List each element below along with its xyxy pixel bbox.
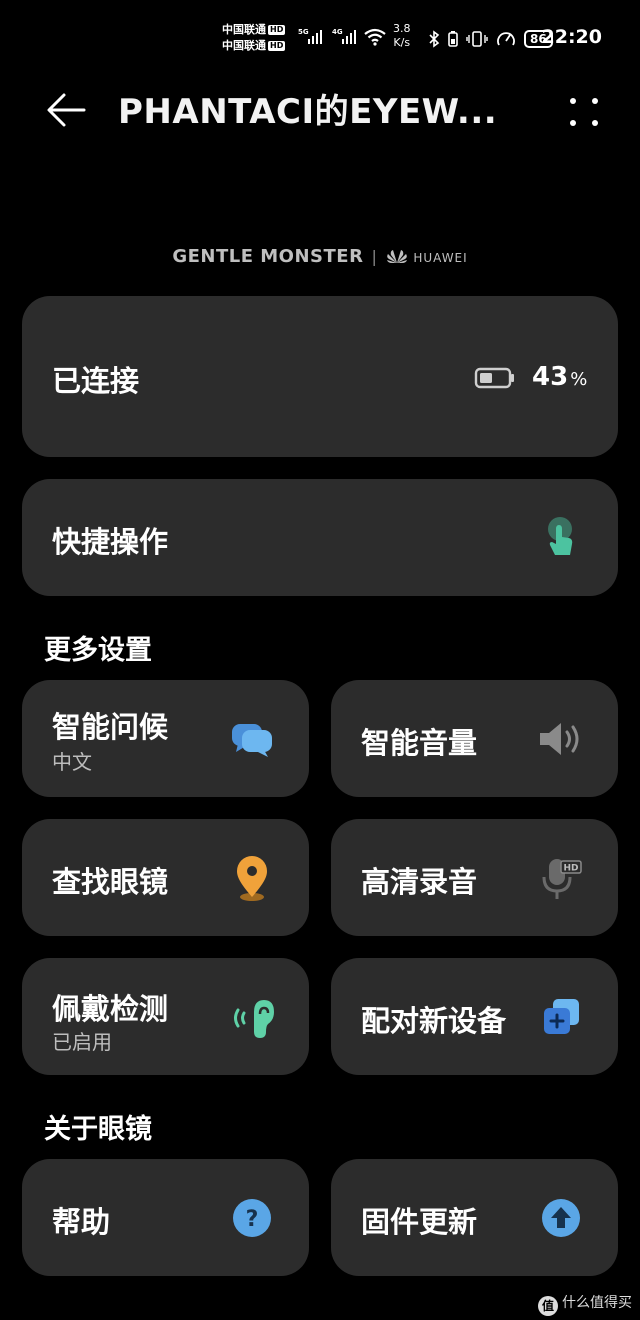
network-speed: 3.8 K/s xyxy=(393,22,411,49)
quick-action-label: 快捷操作 xyxy=(52,525,169,559)
tile-wear-detection[interactable]: 佩戴检测 已启用 xyxy=(22,958,309,1075)
back-arrow-icon[interactable] xyxy=(44,88,88,132)
signal-1-icon: 5G xyxy=(298,28,322,44)
tile-label: 智能音量 xyxy=(361,726,478,760)
watermark-text: 什么值得买 xyxy=(562,1295,632,1311)
tile-label: 配对新设备 xyxy=(361,1004,507,1038)
chat-bubble-icon xyxy=(232,724,272,757)
tile-label: 佩戴检测 xyxy=(52,992,169,1026)
network-1-label: 5G xyxy=(298,28,309,36)
brand-line: GENTLE MONSTER | HUAWEI xyxy=(0,246,640,267)
tile-sublabel: 中文 xyxy=(52,750,92,774)
watermark-badge: 值 xyxy=(538,1296,558,1316)
tile-smart-volume[interactable]: 智能音量 xyxy=(331,680,618,797)
status-bar: 中国联通 HD 中国联通 HD 5G 4G 3.8 K/s 86 22:20 xyxy=(0,18,640,58)
clock: 22:20 xyxy=(541,26,602,48)
signal-2-icon: 4G xyxy=(332,28,356,44)
hd-microphone-icon: HD xyxy=(542,859,582,899)
wifi-icon xyxy=(364,28,386,46)
tile-label: 固件更新 xyxy=(361,1205,478,1239)
location-pin-icon xyxy=(237,856,267,901)
tile-label: 帮助 xyxy=(52,1205,111,1239)
firmware-update-icon xyxy=(542,1199,580,1237)
tile-find-glasses[interactable]: 查找眼镜 xyxy=(22,819,309,936)
speedometer-icon xyxy=(497,32,515,46)
network-2-label: 4G xyxy=(332,28,343,36)
bluetooth-icon xyxy=(429,30,440,48)
tile-label: 智能问候 xyxy=(52,710,169,744)
battery-percent: 43% xyxy=(532,362,588,392)
touch-gesture-icon xyxy=(548,517,573,555)
tile-smart-greeting[interactable]: 智能问候 中文 xyxy=(22,680,309,797)
hd-badge: HD xyxy=(268,25,286,35)
tile-firmware-update[interactable]: 固件更新 xyxy=(331,1159,618,1276)
pair-device-icon xyxy=(544,999,579,1034)
brand-separator: | xyxy=(371,247,378,266)
carrier-2: 中国联通 xyxy=(222,39,266,52)
carrier-info: 中国联通 HD 中国联通 HD xyxy=(222,22,286,54)
page-title: PHANTACI的EYEW... xyxy=(118,92,498,132)
tile-sublabel: 已启用 xyxy=(52,1030,112,1054)
speaker-volume-icon xyxy=(540,723,579,755)
svg-text:?: ? xyxy=(246,1207,259,1232)
status-icons: 86 xyxy=(428,30,553,48)
glasses-battery-icon xyxy=(448,31,458,47)
svg-text:HD: HD xyxy=(563,864,578,874)
vibrate-icon xyxy=(466,31,488,47)
brand-gentle-monster: GENTLE MONSTER xyxy=(172,246,364,267)
tile-label: 高清录音 xyxy=(361,865,478,899)
ear-detection-icon xyxy=(234,1000,274,1038)
tile-label: 查找眼镜 xyxy=(52,865,169,899)
tile-help[interactable]: 帮助 ? xyxy=(22,1159,309,1276)
more-vertical-icon[interactable] xyxy=(560,90,608,134)
more-settings-heading: 更多设置 xyxy=(44,635,152,666)
huawei-logo-icon xyxy=(387,250,408,263)
quick-action-card[interactable]: 快捷操作 xyxy=(22,479,618,596)
connection-card: 已连接 43% xyxy=(22,296,618,457)
hd-badge-2: HD xyxy=(268,41,286,51)
tile-hd-recording[interactable]: 高清录音 HD xyxy=(331,819,618,936)
carrier-1: 中国联通 xyxy=(222,23,266,36)
watermark: 值什么值得买 xyxy=(538,1292,632,1316)
help-icon: ? xyxy=(233,1199,271,1237)
brand-huawei: HUAWEI xyxy=(413,251,468,265)
glasses-battery-level-icon xyxy=(474,367,514,389)
tile-pair-new-device[interactable]: 配对新设备 xyxy=(331,958,618,1075)
connection-status: 已连接 xyxy=(52,364,140,398)
about-glasses-heading: 关于眼镜 xyxy=(44,1114,152,1145)
